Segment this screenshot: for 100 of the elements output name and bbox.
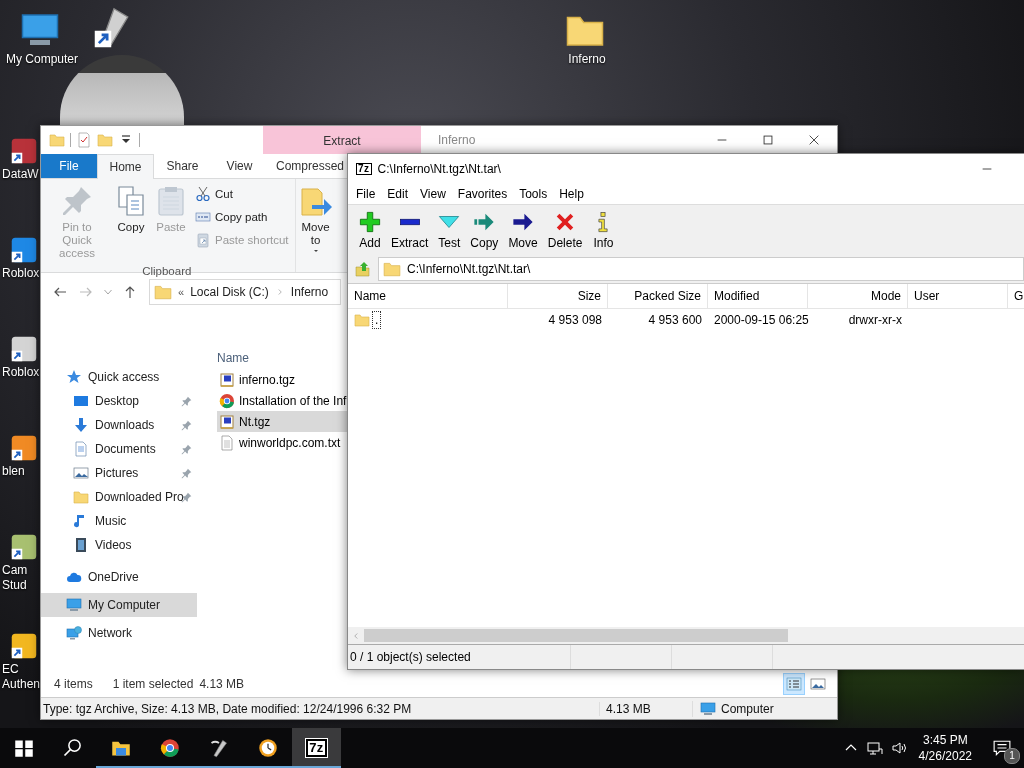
details-view-button[interactable] — [783, 673, 805, 695]
app-shortcut-icon[interactable] — [10, 335, 38, 363]
overflow-chevron[interactable]: « — [178, 286, 185, 298]
folder-up-icon — [355, 261, 371, 277]
folder-icon — [154, 283, 172, 301]
desktop-icon-label[interactable]: Inferno — [568, 52, 606, 67]
ribbon-tab[interactable]: Compressed — [271, 154, 349, 178]
nav-item[interactable]: Pictures — [41, 461, 197, 485]
ribbon-button[interactable]: Copy — [113, 183, 149, 262]
folder-icon — [354, 312, 370, 328]
menu-item[interactable]: File — [350, 187, 382, 201]
address-bar[interactable]: « Local Disk (C:) Inferno — [149, 279, 341, 305]
context-tab-header[interactable]: Extract — [263, 126, 421, 154]
archive-icon — [219, 371, 235, 388]
list-row[interactable]: . — [348, 309, 508, 331]
table-cell-text: drwxr-xr-x — [847, 312, 903, 329]
file-menu-tab[interactable]: File — [41, 154, 97, 178]
nav-item[interactable]: Desktop — [41, 389, 197, 413]
nav-item[interactable]: Documents — [41, 437, 197, 461]
desktop-icon-label[interactable]: blen — [2, 464, 40, 479]
desktop-icon-label[interactable]: Roblox — [2, 365, 40, 380]
app-shortcut-icon[interactable] — [10, 434, 38, 462]
breadcrumb[interactable]: Local Disk (C:) — [190, 285, 269, 299]
toolbar-button[interactable]: Add — [354, 210, 386, 250]
app-logo: 7z — [356, 163, 372, 175]
column-header[interactable]: Name — [217, 347, 347, 369]
window-title: C:\Inferno\Nt.tgz\Nt.tar\ — [377, 162, 502, 176]
pin-icon — [61, 185, 93, 217]
desktop-icon-label[interactable]: Roblox — [2, 266, 40, 281]
folder-entry[interactable]: inferno.tgz — [217, 369, 347, 390]
app-shortcut-icon[interactable] — [10, 533, 38, 561]
nav-item[interactable]: Downloads — [41, 413, 197, 437]
ribbon-tab[interactable]: View — [211, 154, 268, 178]
archive-icon — [219, 413, 235, 430]
column-header[interactable]: Name — [348, 284, 508, 308]
pin-icon — [181, 444, 192, 455]
folder-entry[interactable]: Installation of the Inf — [217, 390, 347, 411]
toolbar-button[interactable]: Info — [587, 210, 620, 250]
table-cell-text: 2000-09-15 06:25 — [713, 312, 808, 329]
toolbar-button[interactable]: Extract — [386, 210, 434, 250]
app-shortcut-icon[interactable] — [10, 137, 38, 165]
desktop-icon-label[interactable]: DataW — [2, 167, 40, 182]
folder-entry[interactable]: Nt.tgz — [217, 411, 347, 432]
toolbar-button[interactable]: Move — [503, 210, 543, 250]
move-to-button[interactable]: Move to — [295, 179, 336, 272]
toolbar-button[interactable]: Copy — [465, 210, 504, 250]
horizontal-scrollbar[interactable] — [348, 627, 1024, 644]
desktop-icon-label[interactable]: EC Authen — [2, 662, 40, 692]
pin-icon — [181, 396, 192, 407]
nav-item[interactable]: Downloaded Pro — [41, 485, 197, 509]
toolbar-button[interactable]: Test — [433, 210, 466, 250]
folder-entry[interactable]: winworldpc.com.txt — [217, 432, 347, 453]
column-header[interactable]: Modified — [708, 284, 808, 308]
menu-item[interactable]: View — [414, 187, 452, 201]
path-text: C:\Inferno\Nt.tgz\Nt.tar\ — [407, 262, 531, 276]
ribbon-button[interactable]: Cut — [195, 183, 289, 204]
clock-button[interactable]: 3:45 PM 4/26/2022 — [910, 732, 980, 764]
nav-item[interactable]: Music — [41, 509, 197, 533]
column-header[interactable]: Packed Size — [608, 284, 708, 308]
clipboard-icon — [155, 185, 187, 217]
notification-icon — [993, 739, 1011, 757]
app-shortcut-icon[interactable] — [10, 632, 38, 660]
ribbon-tab[interactable]: Home — [97, 154, 154, 179]
desktop-icon-label[interactable]: My Computer — [6, 52, 78, 67]
clock-icon — [257, 738, 278, 758]
folder-icon — [73, 489, 89, 505]
menu-item[interactable]: Favorites — [451, 187, 514, 201]
nav-item[interactable]: OneDrive — [41, 565, 197, 589]
nav-item[interactable]: Quick access — [41, 365, 197, 389]
selection-size: 4.13 MB — [199, 677, 245, 691]
desktop-icon-label[interactable]: Cam Stud — [2, 563, 40, 593]
pin-icon — [181, 420, 192, 431]
notification-badge: 1 — [1004, 748, 1020, 764]
file-size: 4.13 MB — [599, 701, 692, 716]
breadcrumb[interactable]: Inferno — [290, 285, 329, 299]
nav-item[interactable]: My Computer — [41, 593, 197, 617]
nav-item[interactable]: Network — [41, 621, 197, 645]
menu-item[interactable]: Tools — [513, 187, 554, 201]
properties-icon[interactable] — [76, 132, 92, 148]
paste-shortcut-icon — [195, 231, 211, 248]
column-header[interactable]: Size — [508, 284, 608, 308]
item-count: 4 items — [54, 677, 93, 691]
group-label: Clipboard — [141, 264, 193, 279]
menu-item[interactable]: Edit — [381, 187, 415, 201]
column-header[interactable]: Mode — [808, 284, 908, 308]
ribbon-tab[interactable]: Share — [154, 154, 211, 178]
path-field[interactable]: C:\Inferno\Nt.tgz\Nt.tar\ — [378, 257, 1024, 281]
archiver-button[interactable]: 7z — [292, 728, 341, 768]
remote-icon — [208, 738, 229, 758]
toolbar-button[interactable]: Delete — [542, 210, 588, 250]
menu-item[interactable]: Help — [553, 187, 590, 201]
monitor-icon — [66, 597, 82, 613]
app-logo: 7z — [306, 739, 327, 757]
ribbon-button[interactable]: Copy path — [195, 206, 289, 227]
column-header[interactable]: User — [908, 284, 1008, 308]
folder-icon — [383, 260, 401, 278]
app-shortcut-icon[interactable] — [10, 236, 38, 264]
nav-item[interactable]: Videos — [41, 533, 197, 557]
scrollbar-thumb[interactable] — [364, 629, 788, 642]
column-header[interactable]: G — [1008, 284, 1024, 308]
